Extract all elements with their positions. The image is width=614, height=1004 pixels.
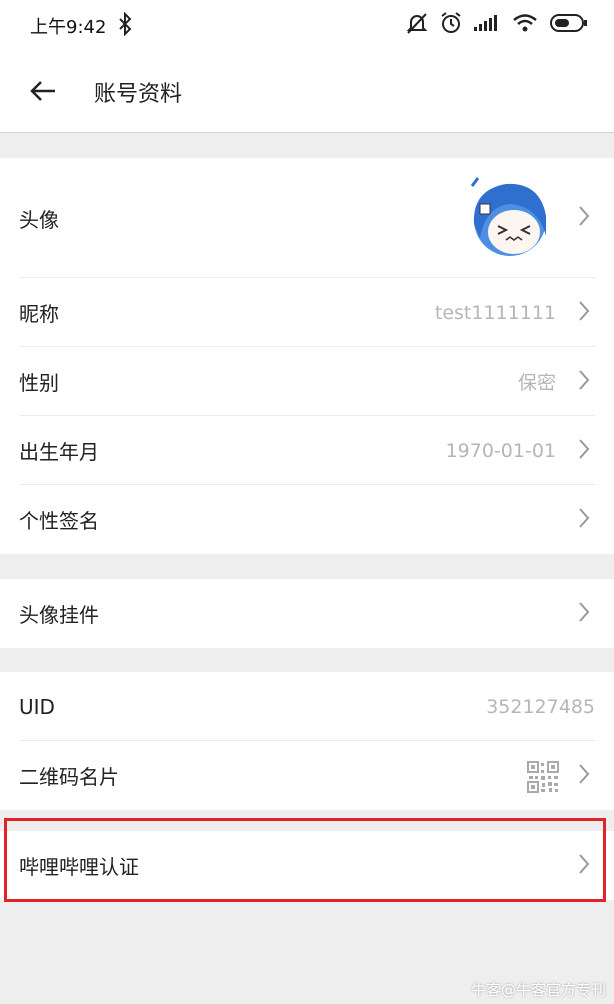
gender-row[interactable]: 性别 保密 (0, 347, 614, 416)
chevron-right-icon (578, 438, 590, 464)
status-bar: 上午9:42 (0, 0, 614, 52)
alarm-icon (440, 11, 462, 35)
nickname-label: 昵称 (19, 302, 59, 326)
mute-icon (406, 11, 428, 35)
verify-label: 哔哩哔哩认证 (19, 855, 139, 879)
birthday-row[interactable]: 出生年月 1970-01-01 (0, 416, 614, 485)
qrcode-icon (527, 761, 559, 797)
nickname-row[interactable]: 昵称 test1111111 (0, 278, 614, 347)
chevron-right-icon (578, 369, 590, 395)
status-icons (406, 11, 588, 35)
bluetooth-icon (118, 11, 132, 40)
signal-icon (474, 13, 500, 33)
avatar-row[interactable]: 头像 (0, 158, 614, 278)
qrcode-label: 二维码名片 (19, 765, 119, 789)
status-time: 上午9:42 (30, 17, 107, 38)
wifi-icon (512, 13, 538, 33)
uid-row: UID 352127485 (0, 672, 614, 741)
pendant-row[interactable]: 头像挂件 (0, 579, 614, 648)
signature-row[interactable]: 个性签名 (0, 485, 614, 554)
qrcode-row[interactable]: 二维码名片 (0, 741, 614, 810)
verify-row[interactable]: 哔哩哔哩认证 (0, 831, 614, 900)
chevron-right-icon (578, 853, 590, 879)
profile-group: 头像 昵称 test1111111 性别 保密 出生年月 1970-01-01 … (0, 158, 614, 554)
signature-label: 个性签名 (19, 509, 99, 533)
chevron-right-icon (578, 763, 590, 789)
chevron-right-icon (578, 300, 590, 326)
gender-label: 性别 (19, 371, 59, 395)
id-group: UID 352127485 二维码名片 (0, 672, 614, 810)
back-button[interactable] (20, 70, 66, 116)
birthday-value: 1970-01-01 (445, 439, 556, 462)
arrow-left-icon (29, 79, 57, 107)
nickname-value: test1111111 (434, 301, 556, 324)
battery-icon (550, 13, 588, 33)
verify-group: 哔哩哔哩认证 (0, 831, 614, 900)
chevron-right-icon (578, 507, 590, 533)
birthday-label: 出生年月 (19, 440, 99, 464)
watermark: 牛客@牛客官方专刊 (471, 979, 606, 1000)
avatar-label: 头像 (19, 207, 59, 232)
uid-label: UID (19, 694, 55, 719)
chevron-right-icon (578, 205, 590, 231)
chevron-right-icon (578, 601, 590, 627)
gender-value: 保密 (517, 372, 556, 394)
watermark-text: 牛客@牛客官方专刊 (470, 981, 606, 999)
uid-value: 352127485 (486, 695, 595, 718)
pendant-group: 头像挂件 (0, 579, 614, 648)
avatar[interactable] (468, 176, 548, 260)
page-title: 账号资料 (94, 82, 183, 107)
pendant-label: 头像挂件 (19, 603, 99, 627)
app-bar: 账号资料 (0, 52, 614, 133)
